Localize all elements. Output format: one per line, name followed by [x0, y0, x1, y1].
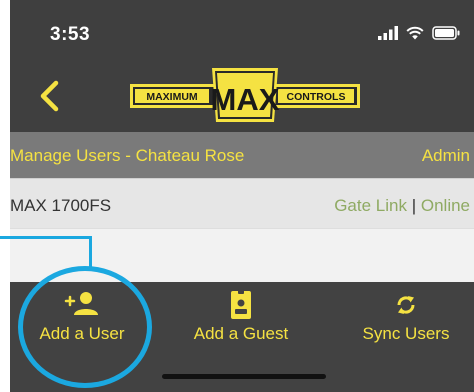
callout-highlight-circle — [18, 266, 152, 388]
manage-users-header: Manage Users - Chateau Rose Admin — [10, 132, 474, 178]
gate-link-label[interactable]: Gate Link — [334, 196, 407, 215]
device-name: MAX 1700FS — [10, 196, 112, 215]
add-guest-label: Add a Guest — [193, 324, 289, 343]
maximum-controls-logo: MAXIMUM MAX CONTROLS — [130, 68, 360, 122]
id-badge-icon — [231, 289, 251, 319]
status-separator: | — [411, 196, 417, 215]
device-status: Gate Link | Online — [334, 196, 470, 216]
device-row[interactable]: MAX 1700FS Gate Link | Online — [10, 178, 474, 229]
page-title: Manage Users - Chateau Rose — [10, 146, 245, 165]
system-icons — [378, 26, 460, 40]
online-status: Online — [420, 196, 470, 215]
signal-icon — [378, 26, 398, 40]
logo-right-text: CONTROLS — [287, 91, 346, 103]
home-indicator — [162, 374, 326, 379]
status-bar: 3:53 — [10, 0, 474, 62]
callout-pointer-line — [0, 236, 92, 268]
wifi-icon — [406, 26, 424, 40]
sync-icon — [397, 296, 415, 314]
logo-center-text: MAX — [211, 82, 280, 117]
role-label: Admin — [421, 146, 470, 165]
logo-left-text: MAXIMUM — [146, 91, 198, 103]
chevron-left-icon[interactable] — [36, 80, 64, 112]
status-time: 3:53 — [50, 24, 91, 45]
sync-users-button[interactable]: Sync Users — [340, 288, 472, 344]
sync-users-label: Sync Users — [362, 324, 450, 343]
nav-bar: MAXIMUM MAX CONTROLS — [10, 62, 474, 132]
add-guest-button[interactable]: Add a Guest — [166, 288, 316, 344]
battery-icon — [432, 26, 460, 40]
